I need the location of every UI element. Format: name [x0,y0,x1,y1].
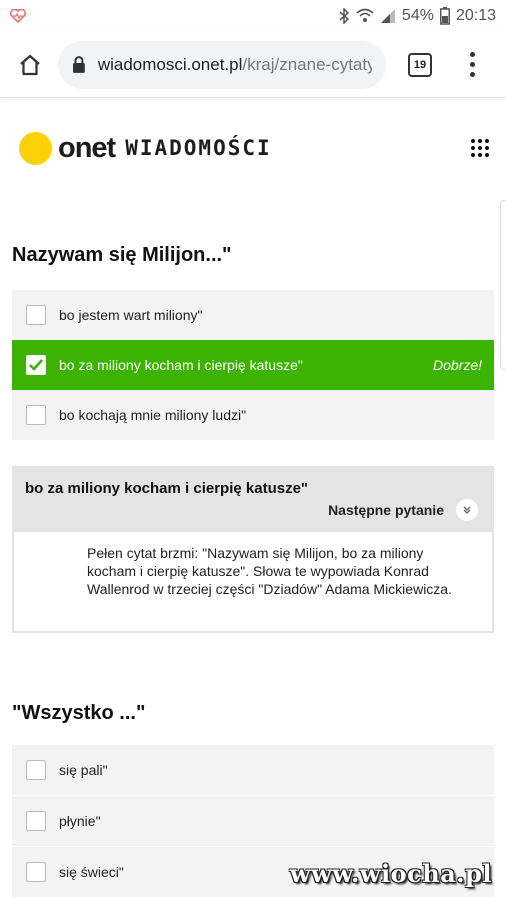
answer-option[interactable]: bo jestem wart miliony" [12,290,494,340]
answer-title: bo za miliony kocham i cierpię katusze" [25,480,309,497]
wifi-icon [356,8,374,22]
menu-dot [469,62,475,67]
answer-explanation: bo za miliony kocham i cierpię katusze" … [12,466,494,633]
status-bar: 54% 20:13 [0,0,506,32]
option-label: się świeci" [59,864,124,880]
address-bar[interactable]: wiadomosci.onet.pl/kraj/znane-cytaty [58,40,386,89]
answer-text: Pełen cytat brzmi: "Nazywam się Milijon,… [87,545,452,597]
answer-option[interactable]: się pali" [12,745,494,795]
url-text: wiadomosci.onet.pl/kraj/znane-cytaty [98,55,372,75]
option-label: bo jestem wart miliony" [59,307,203,323]
url-path: /kraj/znane-cytaty [242,54,372,74]
next-question-label: Następne pytanie [328,502,444,518]
answer-option-correct[interactable]: bo za miliony kocham i cierpię katusze" … [12,340,494,390]
watermark: www.wiocha.pl [289,859,492,888]
option-label: bo za miliony kocham i cierpię katusze" [59,357,303,373]
site-header: onet WIADOMOŚCI [0,98,506,198]
answer-option[interactable]: płynie" [12,796,494,846]
url-domain: wiadomosci.onet.pl [97,54,243,74]
checkbox[interactable] [26,305,46,325]
answer-header: bo za miliony kocham i cierpię katusze" … [14,468,492,532]
question-title: Nazywam się Milijon..." [12,243,232,266]
section-name[interactable]: WIADOMOŚCI [125,136,271,160]
signal-icon [380,9,395,23]
menu-dot [469,52,475,57]
home-icon [20,54,40,75]
browser-toolbar: wiadomosci.onet.pl/kraj/znane-cytaty 19 [0,32,506,98]
checkbox[interactable] [26,760,46,780]
question-title: "Wszystko ..." [12,701,146,724]
browser-menu-button[interactable] [460,49,484,81]
clock: 20:13 [455,7,496,24]
battery-icon [439,7,450,25]
answer-option[interactable]: bo kochają mnie miliony ludzi" [12,390,494,440]
onet-logo-dot[interactable] [19,131,52,165]
next-question-button[interactable]: Następne pytanie [328,499,478,521]
tab-switcher-button[interactable]: 19 [408,52,432,77]
option-label: bo kochają mnie miliony ludzi" [59,407,247,423]
tab-count: 19 [413,58,427,71]
quiz-question-1: Nazywam się Milijon..." bo jestem wart m… [0,235,506,440]
battery-percent: 54% [401,7,434,24]
services-grid-icon[interactable] [471,139,489,157]
result-label: Dobrze! [432,357,482,373]
home-button[interactable] [14,49,46,81]
onet-logo[interactable]: onet [58,132,116,165]
checkbox-checked[interactable] [26,355,46,375]
checkbox[interactable] [26,862,46,882]
checkbox[interactable] [26,405,46,425]
option-label: płynie" [59,813,101,829]
option-label: się pali" [59,762,108,778]
lock-icon [72,55,85,73]
menu-dot [469,72,475,77]
health-app-icon [10,9,26,23]
double-chevron-down-icon [456,499,478,521]
bluetooth-icon [339,8,350,24]
checkbox[interactable] [26,811,46,831]
checkmark-icon [29,359,43,371]
scroll-indicator [500,200,506,370]
